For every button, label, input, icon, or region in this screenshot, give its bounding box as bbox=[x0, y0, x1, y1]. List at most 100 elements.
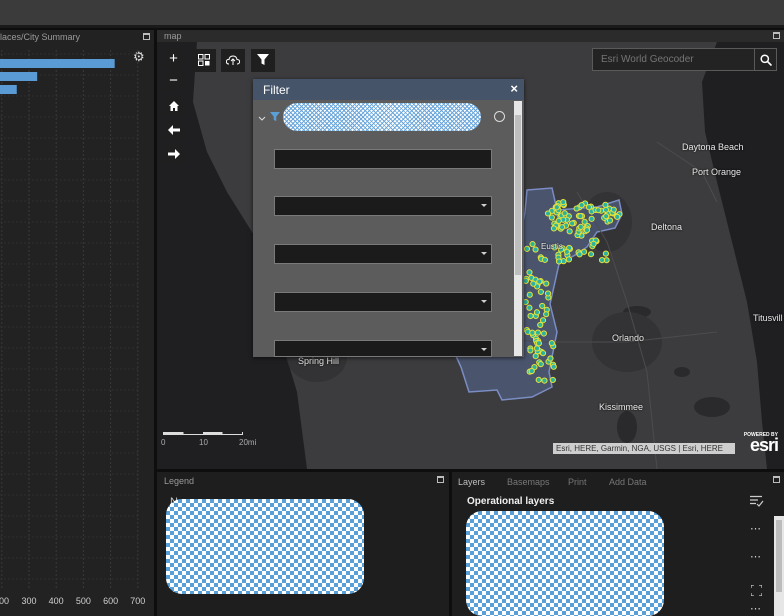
chart-bar[interactable] bbox=[0, 59, 115, 68]
zoom-out-button[interactable]: − bbox=[163, 71, 184, 90]
location-point[interactable] bbox=[532, 353, 539, 360]
location-point[interactable] bbox=[610, 206, 617, 213]
location-point[interactable] bbox=[548, 340, 555, 347]
location-point[interactable] bbox=[543, 311, 550, 318]
close-button[interactable]: × bbox=[510, 81, 518, 96]
location-point[interactable] bbox=[577, 213, 584, 220]
location-point[interactable] bbox=[577, 223, 584, 230]
location-point[interactable] bbox=[550, 363, 557, 370]
location-point[interactable] bbox=[540, 330, 547, 337]
location-point[interactable] bbox=[553, 204, 560, 211]
layer-list-options-icon[interactable] bbox=[750, 494, 764, 512]
zoom-in-button[interactable]: + bbox=[163, 49, 184, 68]
location-point[interactable] bbox=[530, 280, 537, 287]
back-button[interactable] bbox=[163, 121, 184, 140]
location-point[interactable] bbox=[526, 269, 533, 276]
location-point[interactable] bbox=[526, 291, 533, 298]
location-point[interactable] bbox=[522, 277, 529, 284]
location-point[interactable] bbox=[539, 317, 547, 324]
location-point[interactable] bbox=[583, 227, 590, 234]
more-options-icon[interactable]: ⋯ bbox=[750, 604, 762, 615]
location-point[interactable] bbox=[523, 245, 531, 252]
location-point[interactable] bbox=[569, 220, 576, 227]
search-button[interactable] bbox=[754, 49, 776, 70]
location-point[interactable] bbox=[602, 206, 610, 213]
location-point[interactable] bbox=[529, 241, 536, 248]
location-point[interactable] bbox=[533, 345, 541, 352]
qr-grid-button[interactable] bbox=[192, 49, 216, 72]
location-point[interactable] bbox=[528, 367, 535, 375]
location-point[interactable] bbox=[587, 251, 595, 258]
more-options-icon[interactable]: ⋯ bbox=[750, 552, 762, 563]
more-options-icon[interactable]: ⋯ bbox=[750, 524, 762, 535]
location-point[interactable] bbox=[544, 290, 552, 297]
location-point[interactable] bbox=[536, 278, 543, 285]
location-point[interactable] bbox=[532, 246, 539, 253]
location-point[interactable] bbox=[535, 376, 542, 383]
esri-logo[interactable]: POWERED BY esri bbox=[740, 432, 780, 455]
location-point[interactable] bbox=[606, 217, 614, 224]
location-point[interactable] bbox=[526, 304, 533, 311]
location-point[interactable] bbox=[565, 256, 573, 263]
location-point[interactable] bbox=[555, 217, 562, 224]
location-point[interactable] bbox=[561, 210, 568, 217]
location-point[interactable] bbox=[603, 213, 610, 220]
filter-dropdown-1[interactable] bbox=[274, 196, 492, 216]
location-point[interactable] bbox=[602, 250, 610, 257]
location-point[interactable] bbox=[578, 202, 585, 209]
maximize-icon[interactable] bbox=[773, 32, 780, 39]
filter-scrollbar[interactable] bbox=[514, 101, 522, 356]
location-point[interactable] bbox=[558, 224, 566, 231]
location-point[interactable] bbox=[541, 377, 548, 384]
location-point[interactable] bbox=[537, 288, 544, 295]
filter-dropdown-4[interactable] bbox=[274, 340, 492, 357]
forward-button[interactable] bbox=[163, 145, 184, 164]
location-point[interactable] bbox=[555, 258, 563, 265]
location-point[interactable] bbox=[614, 213, 621, 220]
location-point[interactable] bbox=[534, 329, 542, 336]
layers-scrollbar[interactable] bbox=[774, 516, 784, 616]
search-input[interactable] bbox=[593, 49, 755, 70]
chart-bar[interactable] bbox=[0, 72, 38, 81]
scrollbar-thumb[interactable] bbox=[515, 115, 521, 275]
scrollbar-thumb[interactable] bbox=[776, 520, 782, 592]
location-point[interactable] bbox=[588, 215, 595, 222]
location-point[interactable] bbox=[537, 361, 544, 368]
location-point[interactable] bbox=[563, 248, 570, 255]
location-point[interactable] bbox=[560, 198, 567, 206]
upload-button[interactable] bbox=[221, 49, 245, 72]
tab-print[interactable]: Print bbox=[568, 477, 587, 487]
location-point[interactable] bbox=[598, 257, 606, 264]
location-point[interactable] bbox=[590, 240, 597, 247]
location-point[interactable] bbox=[548, 214, 555, 221]
filter-dropdown-3[interactable] bbox=[274, 292, 492, 312]
location-point[interactable] bbox=[527, 312, 534, 320]
home-button[interactable] bbox=[163, 97, 184, 116]
filter-text-input[interactable] bbox=[274, 149, 492, 169]
location-point[interactable] bbox=[585, 204, 593, 211]
location-point[interactable] bbox=[547, 355, 554, 362]
chevron-down-icon[interactable] bbox=[258, 110, 266, 121]
location-point[interactable] bbox=[580, 248, 588, 255]
location-point[interactable] bbox=[550, 225, 558, 232]
maximize-icon[interactable] bbox=[773, 476, 780, 483]
location-point[interactable] bbox=[595, 207, 602, 214]
maximize-icon[interactable] bbox=[437, 476, 444, 483]
tab-add-data[interactable]: Add Data bbox=[609, 477, 647, 487]
fullscreen-icon[interactable] bbox=[750, 583, 763, 601]
location-point[interactable] bbox=[539, 302, 546, 310]
location-point[interactable] bbox=[541, 256, 549, 263]
map-attribution[interactable]: Esri, HERE, Garmin, NGA, USGS | Esri, HE… bbox=[553, 443, 735, 454]
location-point[interactable] bbox=[529, 329, 536, 336]
location-point[interactable] bbox=[573, 205, 580, 212]
chart-bar[interactable] bbox=[0, 85, 17, 94]
location-point[interactable] bbox=[602, 201, 609, 208]
location-point[interactable] bbox=[527, 347, 534, 354]
toggle-radio[interactable] bbox=[494, 111, 505, 122]
location-point[interactable] bbox=[549, 376, 556, 384]
location-point[interactable] bbox=[543, 280, 550, 287]
location-point[interactable] bbox=[533, 309, 541, 316]
filter-dropdown-2[interactable] bbox=[274, 244, 492, 264]
location-point[interactable] bbox=[535, 340, 543, 347]
location-point[interactable] bbox=[539, 350, 547, 357]
